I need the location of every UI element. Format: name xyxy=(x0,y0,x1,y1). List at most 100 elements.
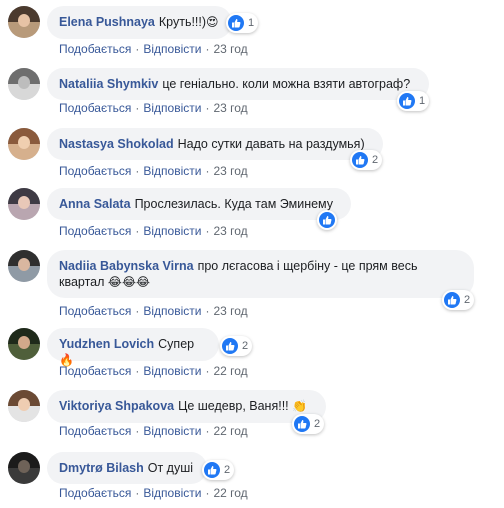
like-icon xyxy=(399,93,415,109)
comment-author[interactable]: Yudzhen Lovich xyxy=(59,337,154,351)
separator-dot: · xyxy=(135,424,140,438)
comment-bubble: Nadiia Babynska Virna про лєгасова і щерб… xyxy=(47,250,474,298)
reaction-count[interactable]: 1 xyxy=(226,13,259,33)
separator-dot: · xyxy=(205,224,210,238)
avatar[interactable] xyxy=(8,68,40,100)
like-link[interactable]: Подобається xyxy=(59,486,131,500)
avatar[interactable] xyxy=(8,328,40,360)
comment-text: Це шедевр, Ваня!!! xyxy=(178,399,289,413)
comment-author[interactable]: Nataliia Shymkiv xyxy=(59,77,158,91)
comment-author[interactable]: Nadiia Babynska Virna xyxy=(59,259,194,273)
reaction-number: 2 xyxy=(314,418,321,430)
reply-link[interactable]: Відповісти xyxy=(143,164,201,178)
reaction-number: 1 xyxy=(248,17,255,29)
avatar[interactable] xyxy=(8,452,40,484)
reply-link[interactable]: Відповісти xyxy=(143,224,201,238)
like-icon xyxy=(319,212,335,228)
comment-actions: Подобається · Відповісти · 22 год xyxy=(59,486,248,500)
reply-link[interactable]: Відповісти xyxy=(143,101,201,115)
separator-dot: · xyxy=(205,364,210,378)
like-icon xyxy=(228,15,244,31)
reaction-number: 2 xyxy=(224,464,231,476)
like-link[interactable]: Подобається xyxy=(59,164,131,178)
separator-dot: · xyxy=(205,164,210,178)
comment-text: Прослезилась. Куда там Эминему xyxy=(134,197,334,211)
reaction-count[interactable]: 2 xyxy=(442,290,475,310)
like-link[interactable]: Подобається xyxy=(59,304,131,318)
separator-dot: · xyxy=(205,304,210,318)
avatar[interactable] xyxy=(8,250,40,282)
comment-author[interactable]: Anna Salata xyxy=(59,197,131,211)
comment-text: це геніально. коли можна взяти автограф? xyxy=(162,77,411,91)
comment-bubble: Nataliia Shymkiv це геніально. коли можна… xyxy=(47,68,429,100)
like-link[interactable]: Подобається xyxy=(59,224,131,238)
comment-bubble: Dmytrø Bilash От душі xyxy=(47,452,207,484)
comment-actions: Подобається · Відповісти · 23 год xyxy=(59,42,248,56)
reply-link[interactable]: Відповісти xyxy=(143,424,201,438)
reaction-count[interactable]: 2 xyxy=(292,414,325,434)
separator-dot: · xyxy=(135,101,140,115)
timestamp[interactable]: 23 год xyxy=(213,304,247,318)
avatar[interactable] xyxy=(8,128,40,160)
like-icon xyxy=(444,292,460,308)
timestamp[interactable]: 23 год xyxy=(213,101,247,115)
separator-dot: · xyxy=(135,42,140,56)
like-icon xyxy=(204,462,220,478)
comment-text: Надо сутки давать на раздумья) xyxy=(177,137,365,151)
separator-dot: · xyxy=(205,486,210,500)
comment-text: Супер xyxy=(158,337,195,351)
reaction-count[interactable]: 1 xyxy=(397,91,430,111)
separator-dot: · xyxy=(135,304,140,318)
comment-text: Круть!!!) xyxy=(158,15,207,29)
reaction-number: 2 xyxy=(464,294,471,306)
like-link[interactable]: Подобається xyxy=(59,42,131,56)
reply-link[interactable]: Відповісти xyxy=(143,486,201,500)
comment-text: квартал xyxy=(59,275,105,289)
comment-actions: Подобається · Відповісти · 23 год xyxy=(59,224,248,238)
heart-eyes-emoji: 😍 xyxy=(206,15,219,29)
reply-link[interactable]: Відповісти xyxy=(143,304,201,318)
reaction-number: 1 xyxy=(419,95,426,107)
timestamp[interactable]: 22 год xyxy=(213,364,247,378)
comment-actions: Подобається · Відповісти · 22 год xyxy=(59,424,248,438)
like-link[interactable]: Подобається xyxy=(59,364,131,378)
comment-bubble: Nastasya Shokolad Надо сутки давать на ра… xyxy=(47,128,383,160)
timestamp[interactable]: 23 год xyxy=(213,164,247,178)
avatar[interactable] xyxy=(8,188,40,220)
comment-author[interactable]: Elena Pushnaya xyxy=(59,15,155,29)
comment-text: про лєгасова і щербіну - це прям весь xyxy=(197,259,418,273)
separator-dot: · xyxy=(135,364,140,378)
like-link[interactable]: Подобається xyxy=(59,101,131,115)
timestamp[interactable]: 22 год xyxy=(213,486,247,500)
timestamp[interactable]: 23 год xyxy=(213,42,247,56)
reaction-count[interactable]: 2 xyxy=(202,460,235,480)
like-icon xyxy=(222,338,238,354)
separator-dot: · xyxy=(205,101,210,115)
separator-dot: · xyxy=(135,224,140,238)
comment-bubble: Elena Pushnaya Круть!!!)😍 xyxy=(47,6,232,39)
reaction-count[interactable] xyxy=(317,210,337,230)
avatar[interactable] xyxy=(8,6,40,38)
timestamp[interactable]: 23 год xyxy=(213,224,247,238)
comment-actions: Подобається · Відповісти · 23 год xyxy=(59,101,248,115)
laughing-emoji: 😂😂😂 xyxy=(107,275,150,289)
separator-dot: · xyxy=(205,42,210,56)
reply-link[interactable]: Відповісти xyxy=(143,42,201,56)
timestamp[interactable]: 22 год xyxy=(213,424,247,438)
reaction-count[interactable]: 2 xyxy=(350,150,383,170)
reaction-count[interactable]: 2 xyxy=(220,336,253,356)
like-icon xyxy=(352,152,368,168)
comment-author[interactable]: Nastasya Shokolad xyxy=(59,137,174,151)
comment-actions: Подобається · Відповісти · 23 год xyxy=(59,304,248,318)
comment-author[interactable]: Dmytrø Bilash xyxy=(59,461,144,475)
comment-author[interactable]: Viktoriya Shpakova xyxy=(59,399,174,413)
separator-dot: · xyxy=(135,164,140,178)
separator-dot: · xyxy=(205,424,210,438)
reaction-number: 2 xyxy=(242,340,249,352)
like-link[interactable]: Подобається xyxy=(59,424,131,438)
comment-text: От душі xyxy=(147,461,194,475)
reply-link[interactable]: Відповісти xyxy=(143,364,201,378)
separator-dot: · xyxy=(135,486,140,500)
avatar[interactable] xyxy=(8,390,40,422)
reaction-number: 2 xyxy=(372,154,379,166)
